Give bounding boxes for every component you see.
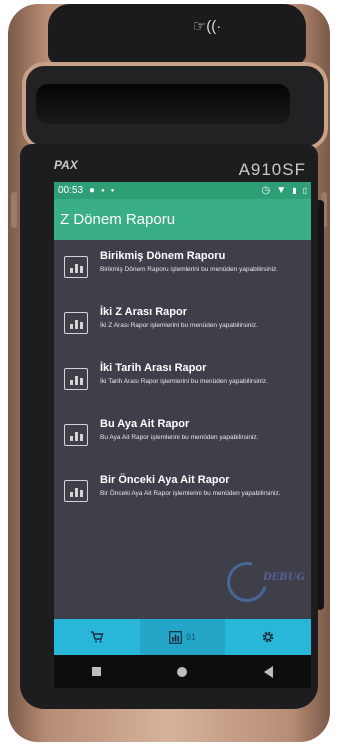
bar-chart-icon — [64, 312, 88, 334]
bar-chart-icon — [64, 480, 88, 502]
menu-item-bu-aya-ait-rapor[interactable]: Bu Aya Ait Rapor Bu Aya Ait Rapor işleml… — [54, 418, 311, 458]
side-button-left[interactable] — [11, 192, 17, 228]
tab-reports-label: 91 — [186, 632, 197, 642]
back-button[interactable] — [263, 665, 273, 678]
menu-item-iki-tarih-arasi-rapor[interactable]: İki Tarih Arası Rapor İki Tarih Arası Ra… — [54, 362, 311, 402]
wifi-icon: ▼ — [276, 185, 287, 196]
menu-item-bir-onceki-aya-ait-rapor[interactable]: Bir Önceki Aya Ait Rapor Bir Önceki Aya … — [54, 474, 311, 514]
recents-button[interactable] — [92, 667, 102, 676]
device-top: ☞((· — [48, 4, 306, 64]
menu-item-birikmis-donem-raporu[interactable]: Birikmiş Dönem Raporu Birikmiş Dönem Rap… — [54, 250, 311, 290]
menu-item-title: İki Tarih Arası Rapor — [100, 362, 207, 374]
android-nav-bar — [54, 655, 311, 688]
status-bar: 00:53 ● ● ● ◷ ▼ ▮ ▯ — [54, 182, 311, 199]
pos-device: ☞((· PAX A910SF 00:53 ● ● ● ◷ ▼ ▮ ▯ Z Dö… — [8, 4, 330, 742]
printer-slot — [36, 84, 290, 124]
watermark-text: DEBUG — [262, 572, 305, 583]
model-label: A910SF — [238, 160, 306, 179]
alarm-icon: ◷ — [261, 185, 271, 196]
dot-icon: ● — [101, 187, 105, 194]
dot-icon: ● — [110, 187, 115, 194]
watermark-logo — [219, 554, 275, 610]
signal-icon: ▮ — [292, 186, 297, 195]
menu-item-title: İki Z Arası Rapor — [100, 306, 188, 318]
bottom-tab-bar: 91 — [54, 619, 311, 655]
menu-item-desc: Bir Önceki Aya Ait Rapor işlemlerini bu … — [100, 490, 281, 497]
menu-item-title: Birikmiş Dönem Raporu — [100, 250, 226, 262]
menu-item-desc: İki Z Arası Rapor işlemlerini bu menüden… — [100, 322, 258, 329]
gear-icon — [262, 631, 274, 643]
tab-cart[interactable] — [54, 619, 140, 655]
app-bar: Z Dönem Raporu — [54, 199, 311, 240]
screen: 00:53 ● ● ● ◷ ▼ ▮ ▯ Z Dönem Raporu Birik… — [54, 182, 311, 688]
nfc-icon: ☞((· — [192, 18, 222, 35]
page-title: Z Dönem Raporu — [60, 211, 176, 228]
cart-icon — [90, 631, 104, 643]
brand-logo: PAX — [54, 158, 78, 172]
tab-settings[interactable] — [225, 619, 311, 655]
battery-icon: ▯ — [302, 186, 307, 195]
report-menu: Birikmiş Dönem Raporu Birikmiş Dönem Rap… — [54, 240, 311, 514]
menu-item-desc: Bu Aya Ait Rapor işlemlerini bu menüden … — [100, 434, 259, 441]
menu-item-desc: Birikmiş Dönem Raporu işlemlerini bu men… — [100, 266, 279, 273]
bar-chart-icon — [64, 256, 88, 278]
home-button[interactable] — [177, 666, 188, 677]
bar-chart-icon — [64, 368, 88, 390]
clock: 00:53 — [58, 185, 84, 196]
brand-bar: PAX A910SF — [54, 152, 306, 184]
menu-item-iki-z-arasi-rapor[interactable]: İki Z Arası Rapor İki Z Arası Rapor işle… — [54, 306, 311, 346]
bar-chart-icon — [64, 424, 88, 446]
menu-item-desc: İki Tarih Arası Rapor işlemlerini bu men… — [100, 378, 268, 385]
tab-reports[interactable]: 91 — [139, 619, 226, 655]
debug-watermark: DEBUG — [219, 554, 305, 610]
bar-chart-icon — [169, 630, 182, 644]
menu-item-title: Bir Önceki Aya Ait Rapor — [100, 474, 230, 486]
menu-item-title: Bu Aya Ait Rapor — [100, 418, 190, 430]
message-icon: ● — [89, 185, 96, 196]
